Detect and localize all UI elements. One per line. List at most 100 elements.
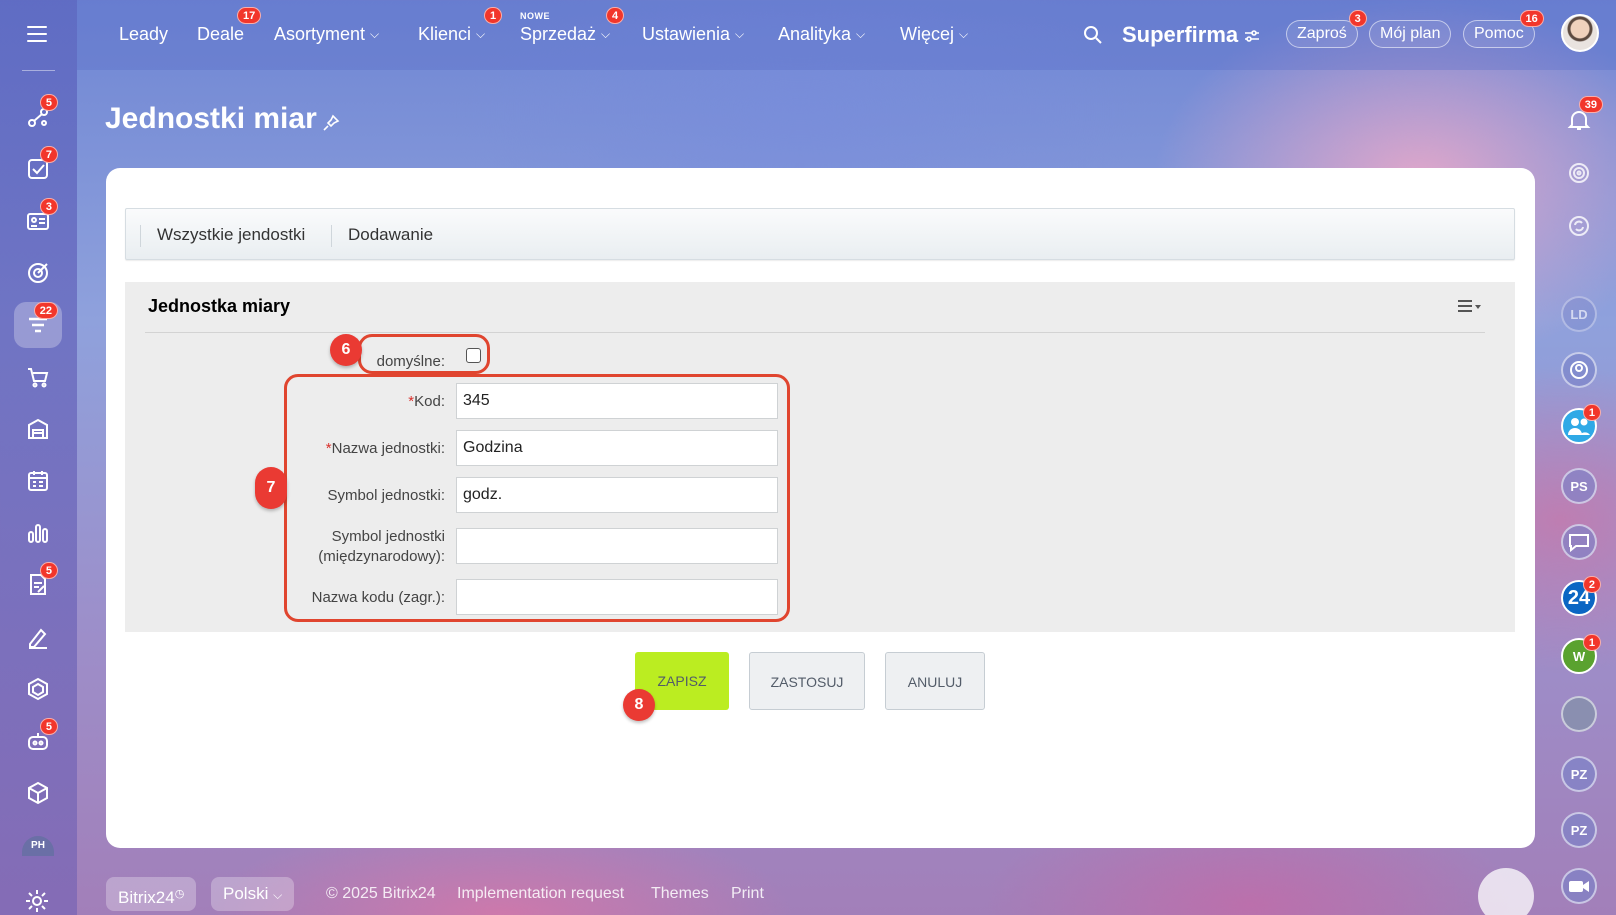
list-menu-icon[interactable] [1456,297,1482,315]
sidebar-item-modules[interactable] [14,666,62,712]
notifications-bell[interactable]: 39 [1561,96,1603,138]
step-8-marker: 8 [623,689,655,721]
sidebar-item-funnel[interactable]: 22 [14,302,62,348]
help-label: Pomoc [1474,25,1524,42]
help-button[interactable]: Pomoc 16 [1463,10,1544,48]
right-avatar-pz-2[interactable]: PZ [1561,812,1597,848]
new-tag: NOWE [520,11,550,21]
group-icon [1570,361,1588,379]
cube-icon [28,781,48,805]
sidebar-badge-funnel: 22 [33,302,58,319]
nav-asortyment[interactable]: Asortyment ⌵ [274,24,379,45]
right-item-video[interactable] [1561,868,1597,904]
nav-analityka[interactable]: Analityka ⌵ [778,24,865,45]
clock-icon: ◷ [174,888,185,900]
language-label: Polski [223,884,269,903]
help-badge: 16 [1519,10,1544,27]
pin-icon[interactable] [322,114,340,132]
right-avatar-w[interactable]: W 1 [1561,634,1601,674]
settings-sliders-icon[interactable] [1244,28,1260,44]
right-avatar-photo[interactable] [1561,696,1597,732]
nav-wiecej[interactable]: Więcej ⌵ [900,24,968,45]
sidebar-item-documents[interactable]: 5 [14,562,62,608]
notifications-badge: 39 [1578,96,1603,113]
sidebar-item-market[interactable] [14,770,62,816]
chevron-down-icon: ⌵ [601,27,611,41]
sidebar-item-sign[interactable] [14,614,62,660]
sidebar-user-avatar[interactable]: PH [22,836,54,856]
footer-themes-link[interactable]: Themes [651,885,709,903]
nav-deale[interactable]: Deale 17 [197,7,262,45]
sidebar-item-analytics[interactable] [14,510,62,556]
sidebar-badge-robot: 5 [39,718,58,735]
settings-gear-icon[interactable] [24,888,50,914]
footer-copyright: © 2025 Bitrix24 [326,885,436,902]
sidebar-item-flows[interactable]: 5 [14,94,62,140]
chat-bubble-icon [1569,534,1589,553]
right-item-search-chat[interactable] [1561,208,1597,244]
nav-sprzedaz[interactable]: Sprzedaż ⌵ 4 [520,7,625,45]
sidebar-item-shop[interactable] [14,354,62,400]
sidebar-item-calendar[interactable] [14,458,62,504]
tabs-bar: Wszystkie jendostki Dodawanie [125,208,1515,260]
sidebar-badge-contacts: 3 [39,198,58,215]
avatar-initials: LD [1570,306,1588,322]
my-plan-button[interactable]: Mój plan [1369,20,1452,48]
sidebar-item-tasks[interactable]: 7 [14,146,62,192]
nav-klienci[interactable]: Klienci ⌵ 1 [418,7,503,45]
bar-chart-icon [28,524,48,543]
right-avatar-pz-1[interactable]: PZ [1561,756,1597,792]
right-item-chat[interactable] [1561,524,1597,560]
language-selector[interactable]: Polski ⌵ [211,877,295,911]
footer-brand-text: Bitrix24 [118,888,175,907]
avatar-initials: PZ [1570,766,1588,782]
right-avatar-ps[interactable]: PS [1561,468,1597,504]
invite-button[interactable]: Zaproś 3 [1286,10,1367,48]
search-refresh-icon [1569,216,1589,236]
search-icon[interactable] [1083,25,1103,45]
chevron-down-icon: ⌵ [370,27,380,41]
warehouse-icon [28,418,48,439]
plan-label: Mój plan [1380,25,1441,42]
footer-brand[interactable]: Bitrix24◷ [106,877,197,911]
sidebar-item-contacts[interactable]: 3 [14,198,62,244]
right-item-group[interactable] [1561,352,1597,388]
hexagon-icon [28,677,48,701]
chat-fab-button[interactable] [1478,868,1534,915]
tab-all-units[interactable]: Wszystkie jendostki [140,225,305,247]
nav-ustawienia[interactable]: Ustawienia ⌵ [642,24,744,45]
cancel-button[interactable]: ANULUJ [885,652,985,710]
page-title: Jednostki miar [105,102,317,135]
sidebar-item-goals[interactable] [14,250,62,296]
form-divider [145,332,1485,333]
nav-label: Klienci [418,24,472,44]
left-sidebar: 5 7 3 22 5 5 PH [0,0,77,915]
nav-badge: 17 [237,7,262,24]
highlight-fields [284,374,790,622]
tab-add[interactable]: Dodawanie [331,225,433,247]
nav-label: Więcej [900,24,955,44]
pen-icon [29,628,47,649]
nav-leady[interactable]: Leady [119,24,168,45]
target-icon [28,263,48,283]
footer-print-link[interactable]: Print [731,885,764,903]
chevron-down-icon: ⌵ [856,27,866,41]
user-avatar[interactable] [1561,14,1599,52]
chevron-down-icon: ⌵ [476,27,486,41]
chevron-down-icon: ⌵ [959,27,969,41]
company-brand[interactable]: Superfirma [1122,22,1238,48]
menu-burger-icon[interactable] [27,26,47,42]
form-title: Jednostka miary [148,296,291,316]
sidebar-badge-flows: 5 [39,94,58,111]
sidebar-item-warehouse[interactable] [14,406,62,452]
b24-badge: 2 [1582,576,1601,593]
footer-impl-link[interactable]: Implementation request [457,885,624,903]
apply-button[interactable]: ZASTOSUJ [749,652,865,710]
step-7-marker: 7 [255,467,287,509]
right-item-target[interactable] [1561,155,1597,191]
nav-label: Leady [119,24,169,44]
right-item-team[interactable]: 1 [1561,404,1601,444]
right-item-bitrix24[interactable]: 24 2 [1561,576,1601,616]
right-avatar-ld[interactable]: LD [1561,296,1597,332]
sidebar-item-robots[interactable]: 5 [14,718,62,764]
